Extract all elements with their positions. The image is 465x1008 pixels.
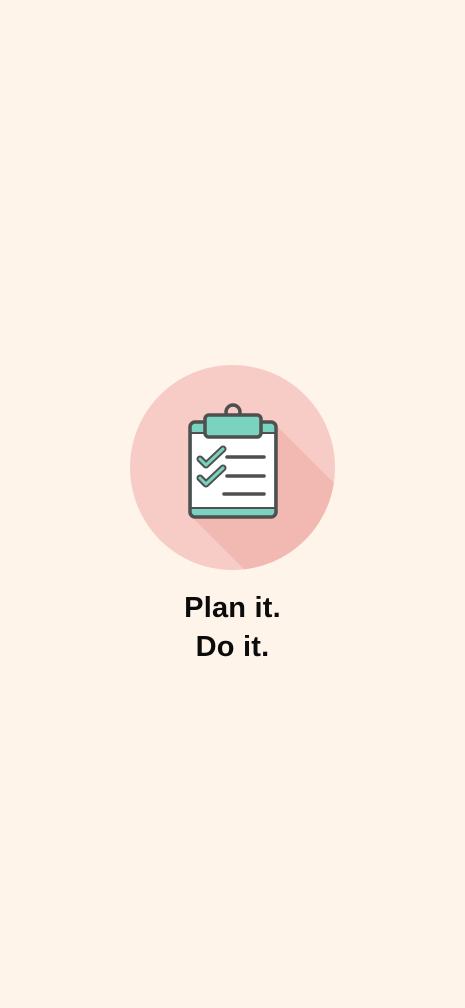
tagline-line-2: Do it. bbox=[195, 631, 270, 663]
clipboard-paper bbox=[192, 433, 274, 508]
clipboard-clip bbox=[203, 413, 263, 439]
clipboard-checklist-icon bbox=[130, 365, 335, 570]
tagline-line-1: Plan it. bbox=[184, 592, 281, 624]
app-logo bbox=[130, 365, 335, 570]
splash-screen: Plan it. Do it. bbox=[0, 0, 465, 1008]
